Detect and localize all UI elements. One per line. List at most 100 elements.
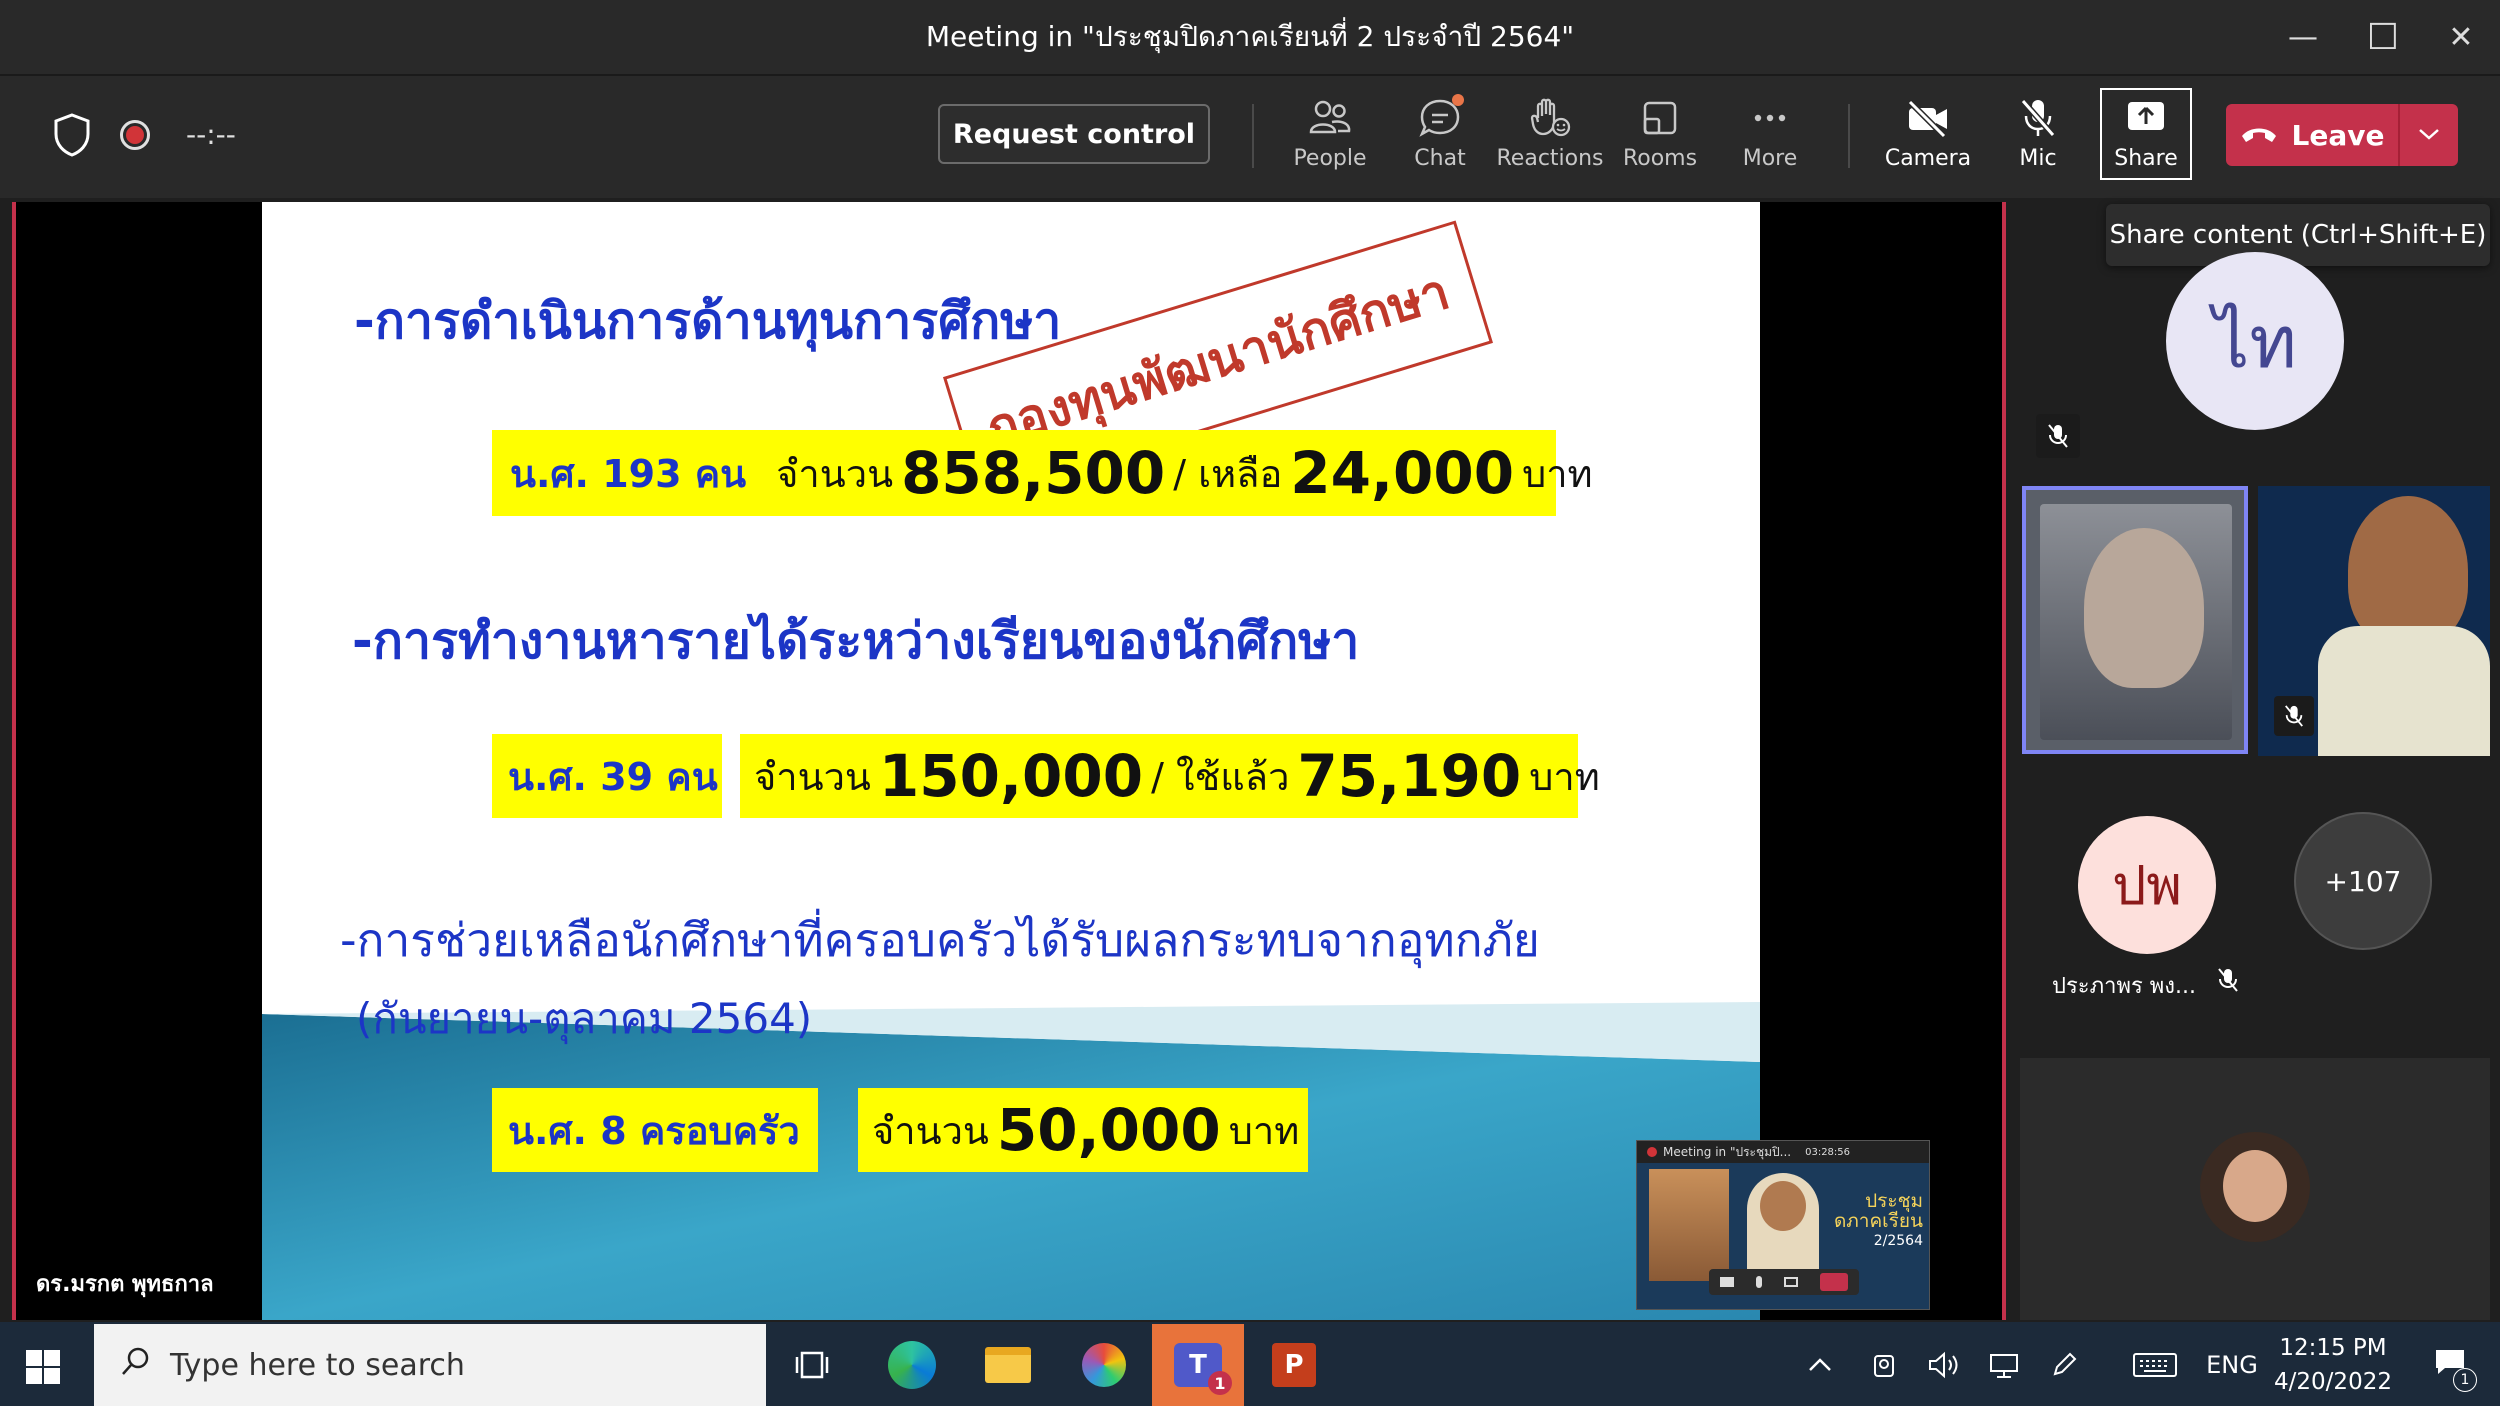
- camera-icon[interactable]: [1720, 1277, 1734, 1287]
- flood-aid-families-box: น.ศ. 8 ครอบครัว: [492, 1088, 818, 1172]
- camera-button[interactable]: Camera: [1878, 88, 1978, 188]
- clock-time: 12:15 PM: [2279, 1335, 2387, 1361]
- maximize-icon: ☐: [2366, 16, 2400, 58]
- mic-off-icon: [2212, 964, 2244, 996]
- pip-building-image: [1649, 1169, 1729, 1281]
- chat-icon: [1418, 94, 1464, 140]
- work-study-students-box: น.ศ. 39 คน: [492, 734, 722, 818]
- task-view-icon[interactable]: [766, 1324, 858, 1406]
- chat-button[interactable]: Chat: [1390, 88, 1490, 188]
- phone-hangup-icon: [2240, 119, 2278, 152]
- rooms-button[interactable]: Rooms: [1610, 88, 1710, 188]
- maximize-button[interactable]: ☐: [2344, 0, 2422, 74]
- more-label: More: [1742, 146, 1798, 171]
- share-screen-icon: [2126, 100, 2166, 138]
- meet-now-icon[interactable]: [1864, 1324, 1904, 1406]
- taskbar-search-box[interactable]: Type here to search: [94, 1324, 766, 1406]
- phone-hangup-icon[interactable]: [1820, 1273, 1848, 1291]
- meeting-timer: --:--: [186, 118, 236, 151]
- flood-aid-amount-box: จำนวน 50,000 บาท: [858, 1088, 1308, 1172]
- recording-icon: [1647, 1147, 1657, 1157]
- scholarship-highlight-row: น.ศ. 193 คน จำนวน 858,500 / เหลือ 24,000…: [492, 430, 1593, 516]
- work-study-amount: 150,000: [878, 742, 1144, 810]
- flood-aid-unit: บาท: [1228, 1108, 1300, 1153]
- work-study-unit: บาท: [1529, 754, 1600, 799]
- leave-label: Leave: [2291, 118, 2385, 152]
- camera-label: Camera: [1884, 146, 1972, 171]
- notification-count: 1: [2453, 1367, 2477, 1392]
- close-icon: ✕: [2448, 19, 2474, 55]
- people-button[interactable]: People: [1280, 88, 1380, 188]
- rooms-label: Rooms: [1622, 146, 1698, 171]
- edge-browser-icon[interactable]: [866, 1324, 958, 1406]
- pip-banner-line3: 2/2564: [1873, 1233, 1923, 1249]
- share-button[interactable]: Share: [2100, 88, 2192, 180]
- participant-name: ประภาพร พง...: [2052, 974, 2196, 999]
- participant-video-tile[interactable]: [2022, 486, 2248, 754]
- teams-icon: T 1: [1174, 1343, 1232, 1395]
- input-language[interactable]: ENG: [2202, 1324, 2262, 1406]
- slide-heading-work-study: -การทำงานหารายได้ระหว่างเรียนของนักศึกษา: [352, 612, 1360, 670]
- shield-icon[interactable]: [52, 112, 92, 158]
- leave-button[interactable]: Leave: [2226, 104, 2458, 166]
- participant-video-tile[interactable]: [2258, 486, 2490, 756]
- notification-icon: 1: [2433, 1347, 2477, 1392]
- close-button[interactable]: ✕: [2422, 0, 2500, 74]
- keyboard-icon[interactable]: [2130, 1324, 2180, 1406]
- network-icon[interactable]: [1984, 1324, 2024, 1406]
- chevron-up-icon[interactable]: [1800, 1324, 1840, 1406]
- toolbar-divider: [1848, 104, 1850, 168]
- reactions-button[interactable]: Reactions: [1497, 88, 1604, 188]
- toolbar-divider: [1252, 104, 1254, 168]
- participant-avatar[interactable]: ไท: [2166, 252, 2344, 430]
- chat-label: Chat: [1414, 146, 1466, 171]
- taskbar-clock[interactable]: 12:15 PM 4/20/2022: [2274, 1324, 2392, 1406]
- slide-heading-scholarship: -การดำเนินการด้านทุนการศึกษา: [354, 292, 1062, 350]
- camera-off-icon: [1906, 96, 1950, 140]
- self-view-avatar: [2200, 1132, 2310, 1242]
- mic-off-icon: [2016, 96, 2060, 140]
- search-placeholder: Type here to search: [170, 1347, 465, 1383]
- more-button[interactable]: More: [1720, 88, 1820, 188]
- flood-aid-families: น.ศ. 8 ครอบครัว: [508, 1108, 800, 1153]
- window-title: Meeting in "ประชุมปิดภาคเรียนที่ 2 ประจำ…: [925, 20, 1575, 53]
- mic-button[interactable]: Mic: [1988, 88, 2088, 188]
- rooms-icon: [1638, 96, 1682, 140]
- file-explorer-icon[interactable]: [962, 1324, 1054, 1406]
- active-app-indicator: [1152, 1400, 1244, 1406]
- chevron-down-icon: [2417, 126, 2441, 145]
- notification-center-button[interactable]: 1: [2420, 1324, 2480, 1406]
- pip-meeting-preview[interactable]: Meeting in "ประชุมปิ... 03:28:56 ประชุม …: [1636, 1140, 1930, 1310]
- volume-icon[interactable]: [1924, 1324, 1964, 1406]
- search-icon: [120, 1345, 152, 1385]
- more-icon: [1748, 96, 1792, 140]
- recording-icon: [120, 120, 150, 150]
- share-tooltip: Share content (Ctrl+Shift+E): [2106, 204, 2490, 266]
- people-icon: [1308, 96, 1352, 140]
- teams-app-icon[interactable]: T 1: [1152, 1324, 1244, 1406]
- scholarship-amount-label: จำนวน: [776, 451, 894, 496]
- more-participants-button[interactable]: +107: [2294, 812, 2432, 950]
- participant-video: [2040, 504, 2232, 740]
- pip-time: 03:28:56: [1805, 1146, 1851, 1158]
- windows-start-icon[interactable]: [24, 1348, 64, 1388]
- pip-title: Meeting in "ประชุมปิ...: [1663, 1144, 1792, 1159]
- work-study-students: น.ศ. 39 คน: [508, 754, 718, 799]
- self-view-tile[interactable]: [2020, 1058, 2490, 1320]
- pen-icon[interactable]: [2044, 1324, 2084, 1406]
- flood-aid-amount: 50,000: [996, 1096, 1221, 1164]
- powerpoint-icon[interactable]: P: [1248, 1324, 1340, 1406]
- leave-options-dropdown[interactable]: [2400, 126, 2458, 145]
- work-study-used: 75,190: [1297, 742, 1522, 810]
- paint-icon[interactable]: [1058, 1324, 1150, 1406]
- pip-controls: [1709, 1269, 1859, 1295]
- minimize-button[interactable]: —: [2264, 0, 2342, 74]
- mic-off-icon: [2036, 414, 2080, 458]
- participant-avatar[interactable]: ปพ: [2078, 816, 2216, 954]
- teams-notification-badge: 1: [1208, 1371, 1232, 1395]
- work-study-used-label: / ใช้แล้ว: [1151, 754, 1290, 799]
- request-control-button[interactable]: Request control: [938, 104, 1210, 164]
- mic-icon[interactable]: [1756, 1276, 1762, 1288]
- scholarship-remaining: 24,000: [1290, 439, 1515, 507]
- share-screen-icon[interactable]: [1784, 1277, 1798, 1287]
